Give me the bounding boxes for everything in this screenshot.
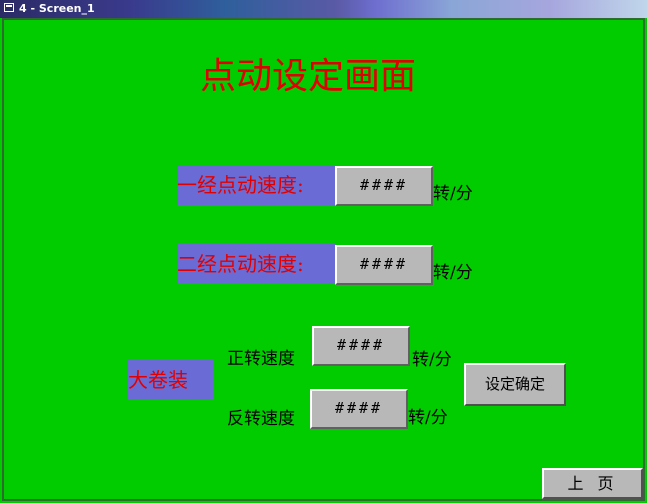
reverse-speed-unit: 转/分 <box>408 408 448 428</box>
confirm-setting-button[interactable]: 设定确定 <box>464 363 566 406</box>
screen-title: 点动设定画面 <box>200 56 417 97</box>
jog-speed-1-unit: 转/分 <box>433 184 473 204</box>
big-roll-label: 大卷装 <box>127 360 214 400</box>
window-icon <box>4 3 14 12</box>
jog-speed-2-field[interactable]: #### <box>335 245 433 285</box>
jog-speed-1-label: 一经点动速度: <box>177 165 335 205</box>
forward-speed-field[interactable]: #### <box>312 326 410 366</box>
reverse-speed-label: 反转速度 <box>227 409 295 429</box>
previous-page-button[interactable]: 上页 <box>542 468 643 499</box>
forward-speed-label: 正转速度 <box>227 349 295 369</box>
window-titlebar[interactable]: 4 - Screen_1 <box>0 0 647 18</box>
forward-speed-unit: 转/分 <box>412 350 452 370</box>
jog-speed-2-unit: 转/分 <box>433 263 473 283</box>
jog-speed-1-field[interactable]: #### <box>335 166 433 206</box>
reverse-speed-field[interactable]: #### <box>310 389 408 429</box>
window-title: 4 - Screen_1 <box>19 2 95 15</box>
jog-speed-2-label: 二经点动速度: <box>177 244 335 284</box>
